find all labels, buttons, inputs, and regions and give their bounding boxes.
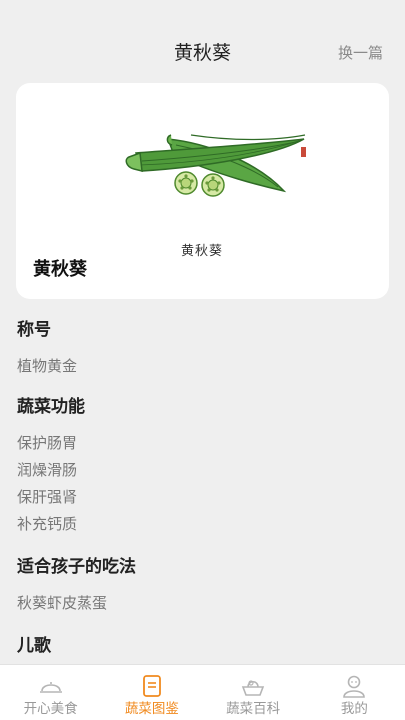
nav-item-vegetable-guide[interactable]: 蔬菜图鉴 — [101, 665, 202, 720]
nav-item-vegetable-wiki[interactable]: 蔬菜百科 — [203, 665, 304, 720]
list-item: 秋葵虾皮蒸蛋 — [17, 594, 108, 612]
nav-item-mine[interactable]: 我的 — [304, 665, 405, 720]
section-title: 蔬菜功能 — [17, 397, 85, 417]
section-functions: 蔬菜功能 保护肠胃 润燥滑肠 保肝强肾 补充钙质 — [17, 395, 389, 534]
user-icon — [343, 675, 366, 698]
section-title: 适合孩子的吃法 — [17, 557, 136, 577]
vegetable-name: 黄秋葵 — [33, 259, 87, 280]
basket-icon — [241, 680, 265, 696]
list-item: 补充钙质 — [17, 515, 78, 533]
header-bar: 黄秋葵 换一篇 — [0, 0, 405, 82]
refresh-article-button[interactable]: 换一篇 — [338, 43, 383, 63]
illustration-caption: 黄秋葵 — [181, 244, 224, 259]
list-item: 润燥滑肠 — [17, 461, 78, 479]
book-icon — [142, 675, 161, 697]
nav-item-happy-food[interactable]: 开心美食 — [0, 665, 101, 720]
section-nickname: 称号 植物黄金 — [17, 318, 389, 376]
list-item: 植物黄金 — [17, 357, 78, 375]
section-kids-recipe: 适合孩子的吃法 秋葵虾皮蒸蛋 — [17, 555, 389, 613]
nav-item-label: 蔬菜百科 — [226, 701, 281, 717]
list-item: 保护肠胃 — [17, 434, 78, 452]
section-title: 称号 — [17, 320, 51, 340]
vegetable-details: 称号 植物黄金 蔬菜功能 保护肠胃 润燥滑肠 保肝强肾 补充钙质 适合孩子的吃法… — [17, 318, 389, 658]
section-title: 儿歌 — [17, 636, 51, 656]
nav-item-label: 蔬菜图鉴 — [124, 701, 179, 717]
food-cover-icon — [39, 682, 62, 693]
vegetable-card: 黄秋葵 黄秋葵 — [16, 83, 389, 299]
nav-item-label: 开心美食 — [23, 701, 78, 717]
bottom-navigation: 开心美食 蔬菜图鉴 蔬菜百科 我的 — [0, 664, 405, 720]
nav-item-label: 我的 — [340, 701, 368, 717]
section-nursery-rhyme: 儿歌 — [17, 634, 389, 658]
list-item: 保肝强肾 — [17, 488, 78, 506]
